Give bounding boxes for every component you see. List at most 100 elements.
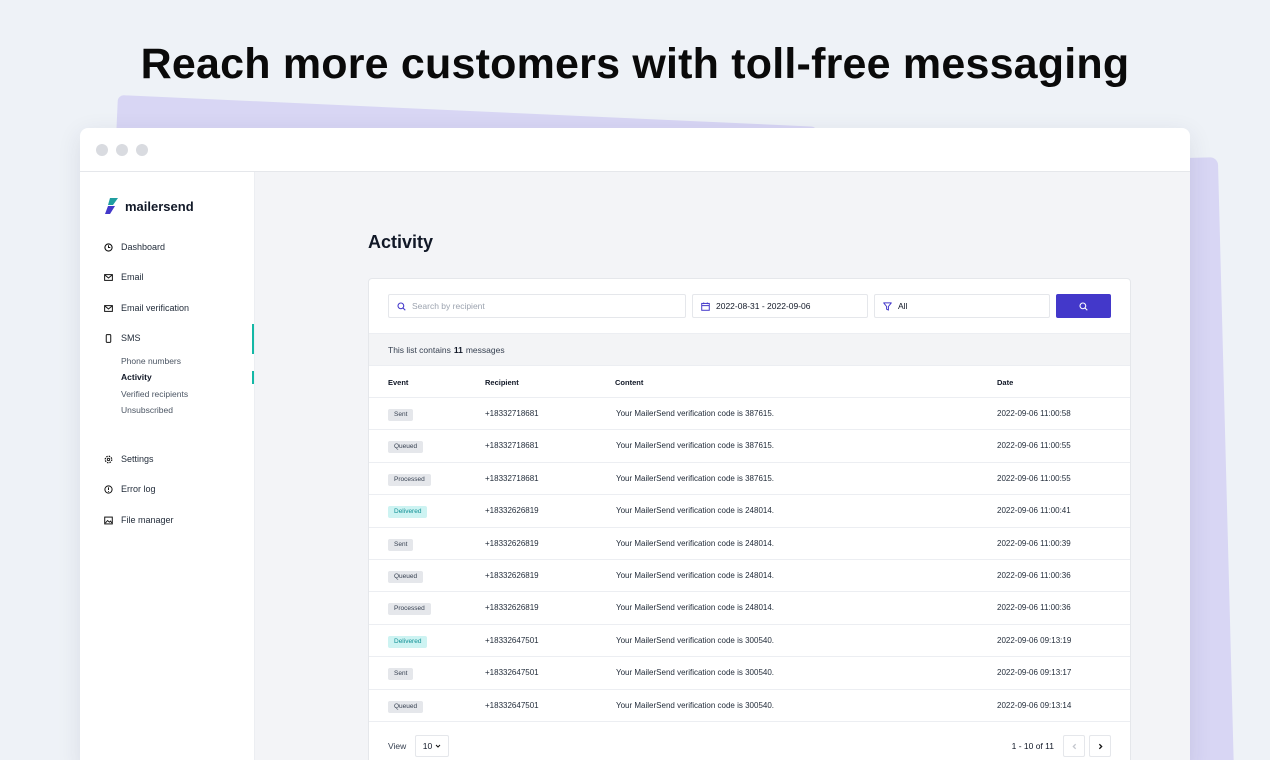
search-icon [397,301,406,311]
clock-icon [104,242,113,252]
date-cell: 2022-09-06 09:13:17 [997,668,1072,678]
column-header-recipient[interactable]: Recipient [485,378,519,387]
event-badge: Delivered [388,506,428,519]
recipient-cell: +18332647501 [485,700,539,710]
table-row[interactable]: Delivered +18332647501 Your MailerSend v… [369,625,1130,658]
recipient-cell: +18332718681 [485,441,539,451]
sidebar-subitem-unsubscribed[interactable]: Unsubscribed [121,405,173,415]
event-badge: Delivered [388,635,428,648]
event-badge: Sent [388,668,414,681]
date-cell: 2022-09-06 09:13:19 [997,635,1072,645]
event-badge: Queued [388,570,424,583]
sidebar-item-file-manager[interactable]: File manager [104,515,174,525]
list-summary: This list contains 11 messages [369,333,1130,366]
table-row[interactable]: Queued +18332647501 Your MailerSend veri… [369,690,1130,722]
sidebar-item-sms[interactable]: SMS [104,333,141,343]
next-page-button[interactable] [1089,735,1111,757]
table-row[interactable]: Processed +18332626819 Your MailerSend v… [369,592,1130,625]
gear-icon [104,455,113,463]
date-cell: 2022-09-06 11:00:55 [997,473,1071,483]
sidebar-item-dashboard[interactable]: Dashboard [104,242,165,252]
event-filter-value: All [898,301,908,311]
page-size-select[interactable]: 10 [415,735,449,757]
sidebar-item-settings[interactable]: Settings [104,454,154,464]
column-header-content[interactable]: Content [615,378,643,387]
window-titlebar [80,128,1190,172]
event-badge: Processed [388,603,431,616]
search-button[interactable] [1056,294,1111,318]
phone-icon [105,333,112,343]
chevron-left-icon [1071,743,1076,749]
sidebar-subitem-verified-recipients[interactable]: Verified recipients [121,389,188,399]
search-field[interactable] [388,294,686,318]
window-close-dot[interactable] [96,143,108,156]
previous-page-button[interactable] [1063,735,1085,757]
page-size-value: 10 [422,741,433,751]
sidebar-subitem-phone-numbers[interactable]: Phone numbers [121,356,181,366]
recipient-cell: +18332647501 [485,635,539,645]
message-count: 11 [453,344,463,355]
content-cell: Your MailerSend verification code is 248… [616,570,775,580]
sidebar-item-label: Email verification [121,303,190,313]
table-row[interactable]: Sent +18332718681 Your MailerSend verifi… [369,398,1130,431]
calendar-icon [701,302,710,311]
window-minimize-dot[interactable] [116,143,128,156]
page-headline: Reach more customers with toll-free mess… [140,40,1130,88]
column-header-date[interactable]: Date [997,378,1013,387]
activity-panel: 2022-08-31 - 2022-09-06 All This list co… [368,278,1131,760]
event-badge: Sent [388,538,414,551]
content-cell: Your MailerSend verification code is 248… [616,538,775,548]
column-header-event[interactable]: Event [388,378,408,387]
recipient-cell: +18332626819 [485,506,539,516]
table-footer: View 10 1 - 10 of 11 [388,734,1111,760]
content-cell: Your MailerSend verification code is 387… [616,441,775,451]
envelope-icon [104,273,113,281]
mailersend-logo-icon [105,198,118,214]
table-row[interactable]: Queued +18332718681 Your MailerSend veri… [369,430,1130,463]
content-cell: Your MailerSend verification code is 300… [616,668,775,678]
date-range-picker[interactable]: 2022-08-31 - 2022-09-06 [692,294,868,318]
event-filter-select[interactable]: All [874,294,1050,318]
table-row[interactable]: Queued +18332626819 Your MailerSend veri… [369,560,1130,593]
activity-table-body: Sent +18332718681 Your MailerSend verifi… [369,398,1130,722]
table-row[interactable]: Delivered +18332626819 Your MailerSend v… [369,495,1130,528]
search-input[interactable] [412,301,652,311]
date-range-value: 2022-08-31 - 2022-09-06 [716,301,811,311]
table-row[interactable]: Sent +18332626819 Your MailerSend verifi… [369,528,1130,560]
summary-prefix: This list contains [388,344,451,355]
sidebar-item-label: Dashboard [121,242,166,252]
envelope-check-icon [104,304,113,312]
content-cell: Your MailerSend verification code is 387… [616,409,775,418]
content-cell: Your MailerSend verification code is 300… [616,700,775,710]
search-icon [1079,301,1088,311]
table-row[interactable]: Processed +18332718681 Your MailerSend v… [369,463,1130,496]
main-content: Activity 2022-08-31 - 2022-09-06 All [255,172,1190,760]
brand-logo[interactable]: mailersend [104,198,194,214]
recipient-cell: +18332647501 [485,668,539,678]
recipient-cell: +18332626819 [485,603,539,613]
sidebar-item-label: Error log [121,484,156,494]
sidebar-item-label: SMS [121,333,141,343]
chevron-right-icon [1098,743,1103,749]
window-maximize-dot[interactable] [136,143,148,156]
filter-bar: 2022-08-31 - 2022-09-06 All [388,294,1111,318]
alert-circle-icon [104,484,113,494]
sidebar-subitem-activity[interactable]: Activity [121,372,152,382]
date-cell: 2022-09-06 11:00:41 [997,506,1071,516]
event-badge: Processed [388,473,431,486]
sidebar-item-label: File manager [121,515,174,525]
date-cell: 2022-09-06 11:00:55 [997,441,1071,451]
sidebar-item-label: Settings [121,454,154,464]
sidebar-item-email-verification[interactable]: Email verification [104,303,189,313]
sidebar-item-label: Email [121,272,144,282]
sidebar-item-email[interactable]: Email [104,272,144,282]
table-row[interactable]: Sent +18332647501 Your MailerSend verifi… [369,657,1130,690]
pagination-info: 1 - 10 of 11 [1011,741,1054,751]
activity-active-indicator [252,371,254,384]
date-cell: 2022-09-06 11:00:36 [997,570,1071,580]
sidebar-item-error-log[interactable]: Error log [104,484,156,494]
filter-icon [883,301,892,311]
date-cell: 2022-09-06 09:13:14 [997,700,1072,710]
image-icon [104,516,113,524]
recipient-cell: +18332626819 [485,570,539,580]
